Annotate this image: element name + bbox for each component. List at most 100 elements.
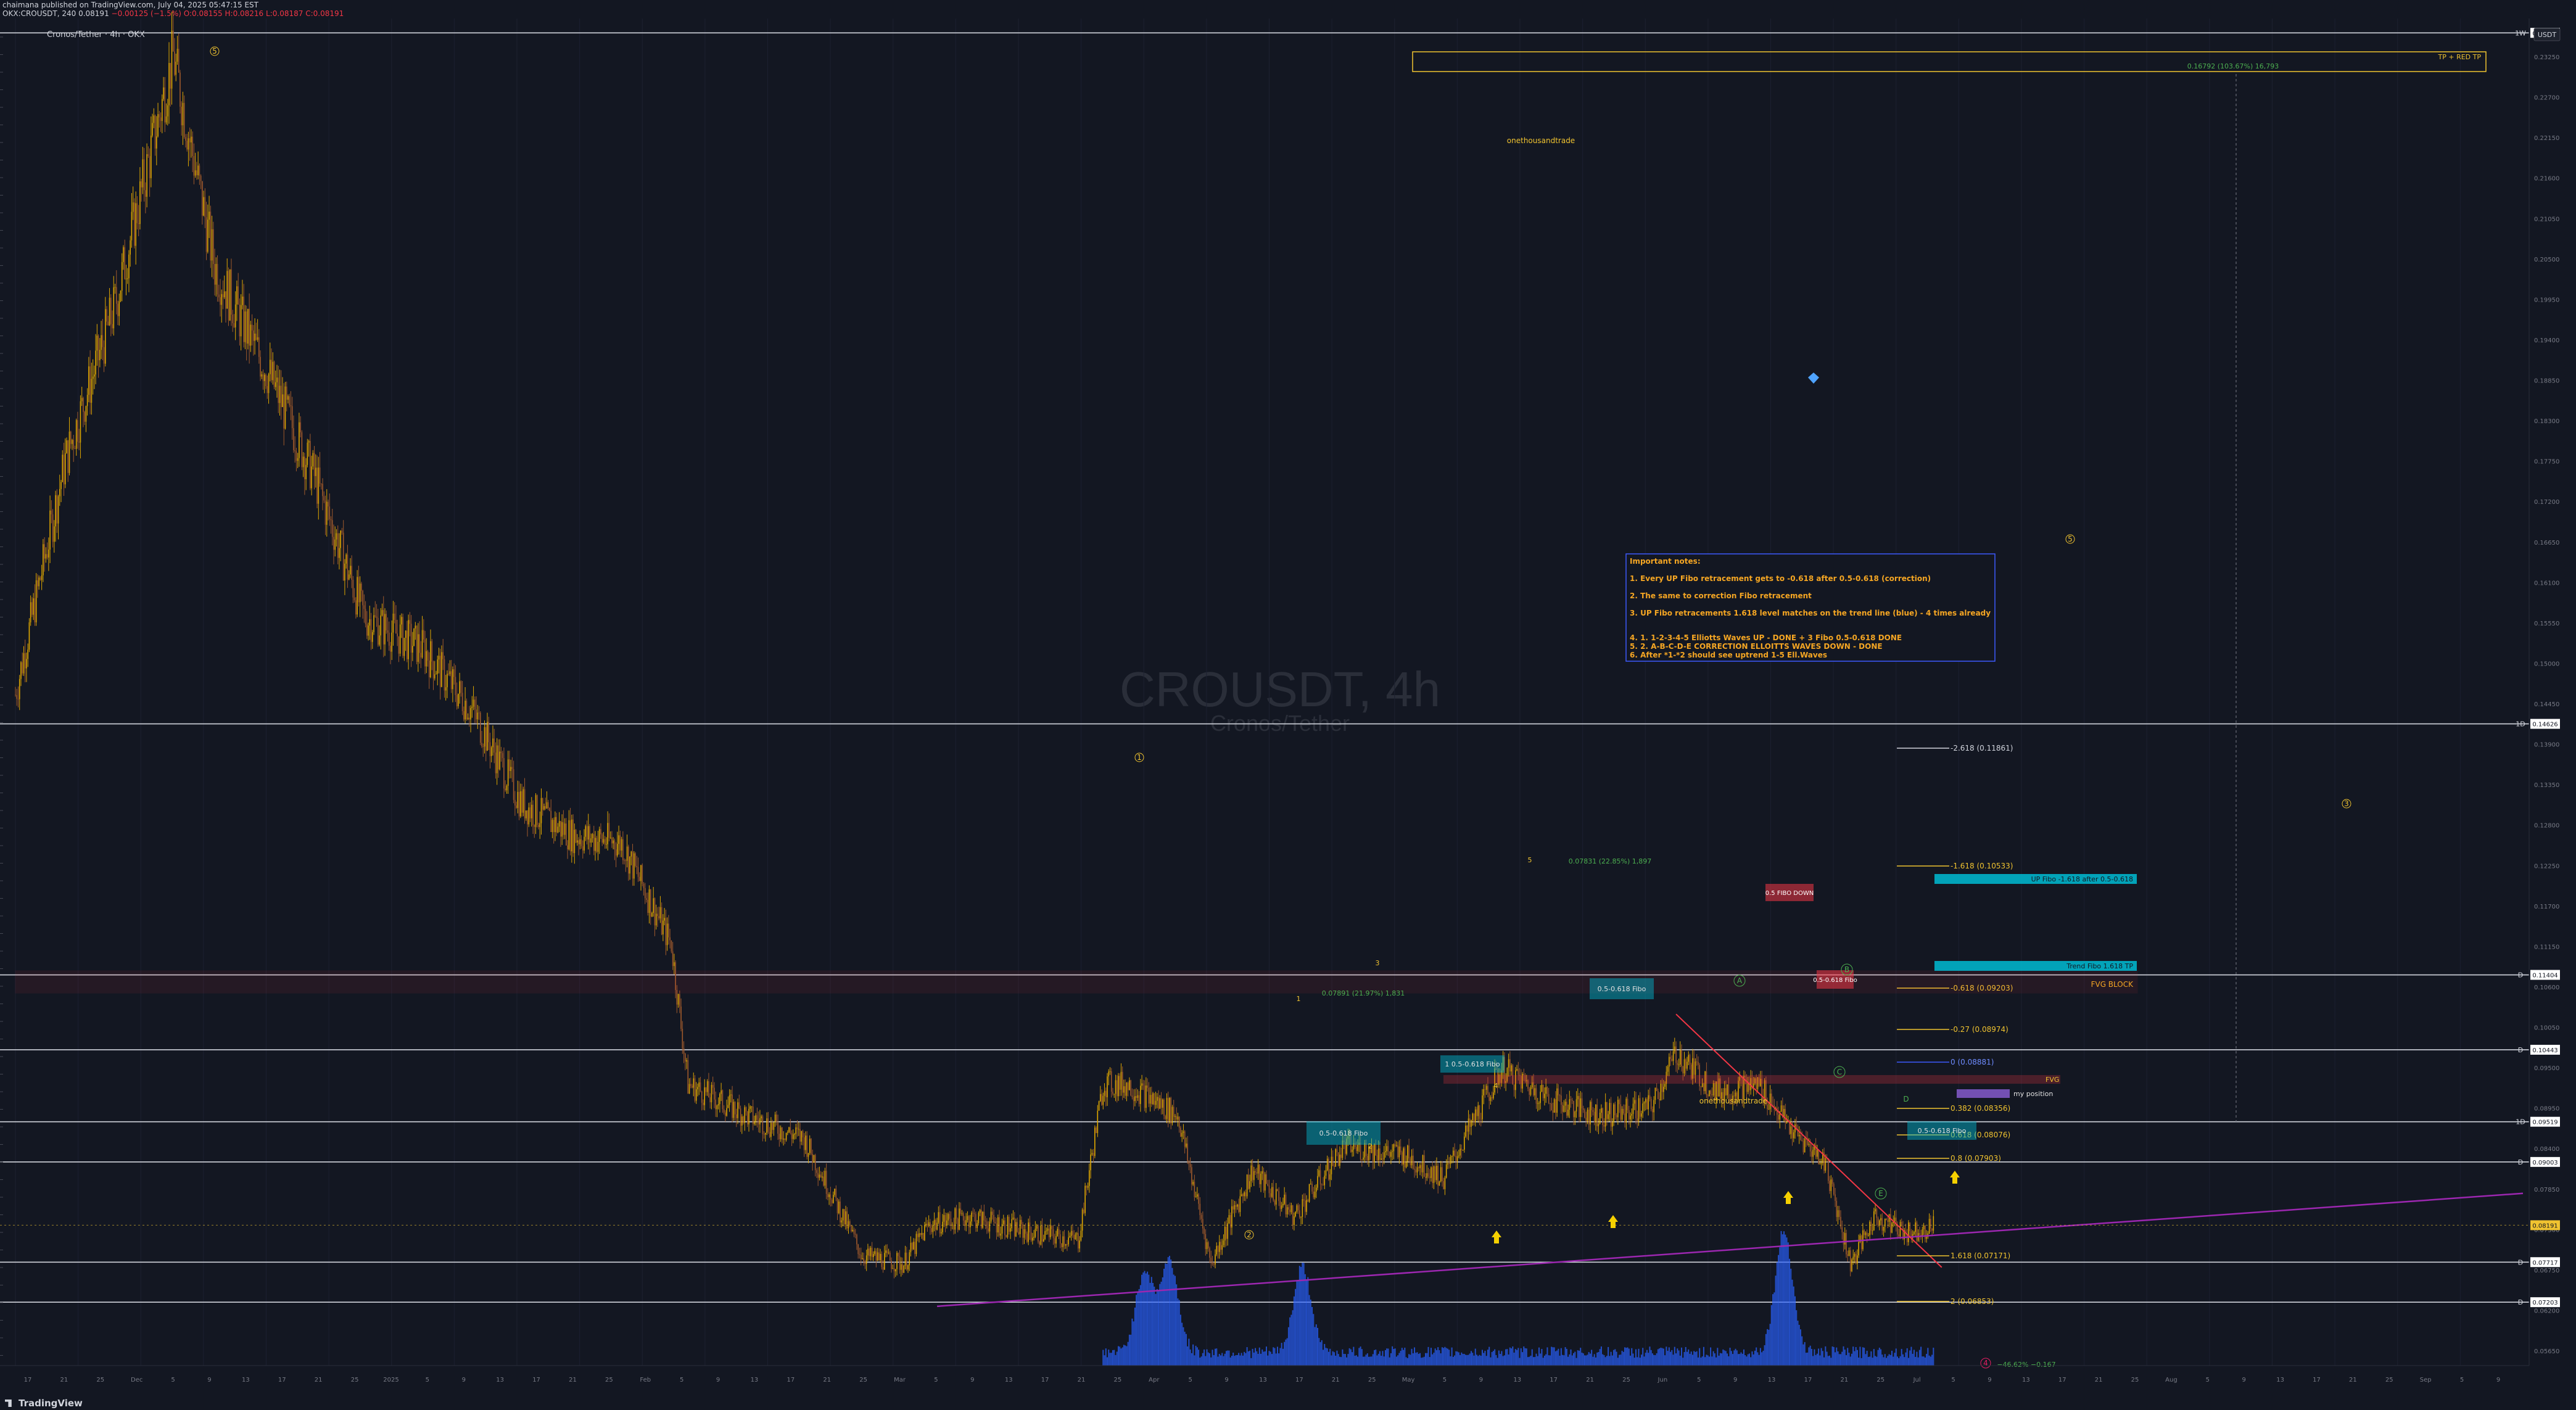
candle-body xyxy=(301,432,303,468)
candle-body xyxy=(328,501,329,507)
volume-bar xyxy=(1733,1350,1735,1366)
candle-body xyxy=(1635,1100,1637,1119)
candle-body xyxy=(729,1095,730,1105)
candle-body xyxy=(1530,1087,1532,1095)
candle-body xyxy=(785,1132,787,1140)
volume-bar xyxy=(1494,1349,1496,1366)
candle-body xyxy=(1511,1065,1512,1072)
volume-bar xyxy=(1228,1350,1230,1366)
candle-body xyxy=(885,1250,886,1253)
candle-body xyxy=(191,136,192,142)
candle-body xyxy=(1926,1237,1927,1239)
candle-body xyxy=(1456,1156,1458,1161)
candle-body xyxy=(1783,1108,1785,1117)
volume-bar xyxy=(1419,1353,1421,1366)
volume-bar xyxy=(1918,1350,1920,1366)
candle-body xyxy=(1669,1057,1670,1067)
volume-bar xyxy=(1343,1353,1345,1366)
candle-body xyxy=(1036,1226,1038,1229)
volume-bar xyxy=(1239,1355,1241,1366)
volume-bar xyxy=(1602,1354,1604,1366)
volume-bar xyxy=(1295,1288,1297,1366)
volume-bar xyxy=(1651,1353,1653,1366)
candle-body xyxy=(536,795,538,825)
candle-body xyxy=(1458,1155,1459,1156)
candle-body xyxy=(85,406,87,422)
candle-body xyxy=(1464,1136,1465,1150)
volume-bar xyxy=(1664,1355,1666,1366)
candle-body xyxy=(1264,1174,1266,1191)
volume-bar xyxy=(1145,1273,1147,1366)
volume-bar xyxy=(1354,1355,1356,1366)
volume-bar xyxy=(1502,1356,1504,1366)
candle-body xyxy=(535,795,537,827)
candle-body xyxy=(1015,1222,1017,1237)
candle-body xyxy=(906,1252,907,1270)
timeframe-mark: D xyxy=(2518,1298,2523,1306)
candle-body xyxy=(452,669,453,690)
volume-bar xyxy=(1888,1354,1890,1366)
candle-body xyxy=(348,574,350,580)
volume-bar xyxy=(1743,1349,1744,1366)
candle-body xyxy=(593,834,595,851)
candle-body xyxy=(584,836,585,851)
candle-body xyxy=(1469,1118,1471,1127)
volume-bar xyxy=(1845,1355,1847,1366)
candle-body xyxy=(1299,1210,1300,1218)
volume-bar xyxy=(1171,1268,1173,1366)
volume-bar xyxy=(1116,1351,1118,1366)
candle-body xyxy=(1848,1250,1850,1256)
time-tick-label: 21 xyxy=(1840,1377,1848,1383)
candle-body xyxy=(1656,1087,1657,1091)
candle-body xyxy=(951,1224,953,1226)
volume-bar xyxy=(1227,1350,1229,1366)
candle-body xyxy=(860,1255,862,1260)
volume-bar xyxy=(1776,1262,1778,1366)
candle-body xyxy=(730,1094,732,1095)
candle-body xyxy=(993,1214,994,1222)
candle-body xyxy=(1120,1071,1122,1090)
volume-bar xyxy=(1581,1353,1583,1366)
candle-body xyxy=(1649,1095,1651,1099)
fibo-label: 1.618 (0.07171) xyxy=(1951,1251,2010,1260)
fvg-label: FVG xyxy=(2046,1076,2059,1084)
candle-body xyxy=(743,1116,744,1123)
volume-bar xyxy=(1271,1354,1273,1366)
candle-body xyxy=(1255,1171,1256,1173)
candle-body xyxy=(734,1102,736,1115)
volume-bar xyxy=(1311,1306,1313,1366)
volume-bar xyxy=(1387,1348,1389,1366)
volume-bar xyxy=(1793,1286,1794,1366)
volume-bar xyxy=(1268,1351,1270,1366)
candle-body xyxy=(19,678,20,699)
candle-body xyxy=(134,202,135,246)
timeframe-mark: 1D xyxy=(2516,720,2525,728)
candle-body xyxy=(1366,1156,1368,1161)
candle-body xyxy=(1063,1236,1065,1246)
candle-body xyxy=(1661,1083,1663,1092)
time-tick-label: 25 xyxy=(351,1377,359,1383)
volume-bar xyxy=(1527,1357,1529,1366)
note-line: 4. 1. 1-2-3-4-5 Elliotts Waves UP - DONE… xyxy=(1630,633,1902,642)
candle-body xyxy=(1840,1216,1841,1227)
footer: TradingView xyxy=(0,1395,2576,1410)
candle-body xyxy=(1050,1226,1051,1237)
volume-bar xyxy=(1412,1353,1414,1366)
time-tick-label: 25 xyxy=(1368,1377,1376,1383)
candle-body xyxy=(1105,1090,1107,1097)
candle-body xyxy=(208,212,210,220)
candle-body xyxy=(284,386,286,429)
candle-body xyxy=(763,1134,765,1135)
price-chart[interactable]: Cronos/Tether · 4h · OKX CROUSDT, 4h Cro… xyxy=(0,0,2576,1395)
candle-body xyxy=(973,1213,975,1214)
candle-body xyxy=(1375,1144,1377,1156)
candle-body xyxy=(361,583,362,591)
candle-body xyxy=(1439,1181,1440,1186)
candle-body xyxy=(1130,1080,1131,1096)
candle-body xyxy=(467,717,469,720)
candle-body xyxy=(410,624,412,653)
candle-body xyxy=(1614,1104,1616,1115)
candle-body xyxy=(1632,1103,1634,1115)
candle-body xyxy=(563,822,564,835)
candle-body xyxy=(107,321,109,326)
